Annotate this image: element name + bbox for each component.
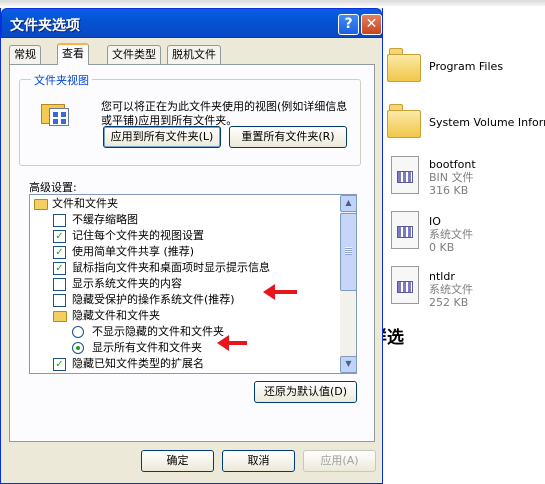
- folder-icon: [385, 100, 423, 142]
- tab-view[interactable]: 查看: [57, 43, 89, 65]
- advanced-settings-list[interactable]: 文件和文件夹 不缓存缩略图 ✓ 记住每个文件夹的视图设置 ✓ 使用简单文件共享 …: [29, 194, 357, 374]
- list-item-label: 显示所有文件和文件夹: [92, 341, 202, 354]
- file-type: 系统文件: [429, 283, 473, 296]
- folder-icon: [53, 311, 67, 322]
- checkbox[interactable]: [53, 278, 66, 291]
- list-item-label: 使用简单文件共享 (推荐): [72, 245, 195, 258]
- file-name: bootfont: [429, 158, 476, 171]
- system-file-icon: [385, 209, 423, 251]
- system-file-icon: [385, 154, 423, 196]
- folder-views-description: 您可以将正在为此文件夹使用的视图(例如详细信息或平铺)应用到所有文件夹。: [101, 100, 348, 127]
- list-item-label: 文件和文件夹: [52, 197, 118, 210]
- list-item-label: 隐藏已知文件类型的扩展名: [72, 357, 204, 370]
- list-item-label: 不缓存缩略图: [72, 213, 138, 226]
- system-file-icon: [385, 264, 423, 306]
- list-item-label: 鼠标指向文件夹和桌面项时显示提示信息: [72, 261, 270, 274]
- file-name: Program Files: [429, 60, 504, 73]
- list-item-label: 隐藏文件和文件夹: [72, 309, 160, 322]
- scroll-up-icon[interactable]: ▲: [340, 195, 356, 212]
- file-name: IO: [429, 215, 441, 228]
- checkbox-checked[interactable]: ✓: [53, 358, 66, 371]
- checkbox-checked[interactable]: ✓: [53, 262, 66, 275]
- checkbox[interactable]: [53, 214, 66, 227]
- radio-button-selected[interactable]: [72, 342, 84, 354]
- close-button[interactable]: ✕: [361, 14, 382, 35]
- file-name: System Volume Informat: [429, 116, 545, 129]
- help-icon: ?: [344, 16, 353, 32]
- reset-all-folders-button[interactable]: 重置所有文件夹(R): [229, 126, 347, 148]
- file-size: 316 KB: [429, 184, 469, 197]
- desktop-top-strip: [0, 0, 545, 6]
- cancel-button[interactable]: 取消: [222, 450, 295, 472]
- folder-icon: [34, 199, 48, 210]
- restore-defaults-button[interactable]: 还原为默认值(D): [254, 381, 357, 403]
- radio-button[interactable]: [72, 326, 84, 338]
- advanced-settings-label: 高级设置:: [29, 181, 77, 194]
- checkbox-checked[interactable]: ✓: [53, 230, 66, 243]
- tab-file-types[interactable]: 文件类型: [107, 45, 161, 65]
- list-item-label: 隐藏受保护的操作系统文件(推荐): [72, 293, 235, 306]
- dialog-title: 文件夹选项: [10, 18, 80, 34]
- list-item-label: 记住每个文件夹的视图设置: [72, 229, 204, 242]
- checkbox[interactable]: [53, 294, 66, 307]
- help-button[interactable]: ?: [338, 14, 359, 35]
- title-bar[interactable]: 文件夹选项 ? ✕: [1, 8, 382, 38]
- tab-general[interactable]: 常规: [9, 45, 41, 65]
- apply-to-all-folders-button[interactable]: 应用到所有文件夹(L): [103, 126, 221, 148]
- file-name: ntldr: [429, 270, 455, 283]
- folder-views-icon: [39, 98, 73, 128]
- vertical-scrollbar[interactable]: ▲ ▼: [340, 195, 356, 373]
- folder-icon: [385, 44, 423, 86]
- checkbox-checked[interactable]: ✓: [53, 246, 66, 259]
- scroll-thumb[interactable]: [340, 213, 356, 291]
- file-size: 252 KB: [429, 296, 469, 309]
- red-arrow-icon: [263, 284, 297, 300]
- file-type: BIN 文件: [429, 171, 474, 184]
- folder-options-dialog: 文件夹选项 ? ✕ 常规 查看 文件类型 脱机文件 文件夹视图 您可以将正在为此…: [0, 8, 383, 484]
- folder-views-title: 文件夹视图: [31, 72, 92, 88]
- apply-button[interactable]: 应用(A): [303, 450, 376, 472]
- tab-offline-files[interactable]: 脱机文件: [167, 45, 221, 65]
- list-item-label: 显示系统文件夹的内容: [72, 277, 182, 290]
- ok-button[interactable]: 确定: [141, 450, 214, 472]
- close-icon: ✕: [365, 16, 378, 32]
- red-arrow-icon: [217, 335, 247, 351]
- scroll-down-icon[interactable]: ▼: [340, 356, 356, 373]
- file-type: 系统文件: [429, 228, 473, 241]
- file-size: 0 KB: [429, 241, 455, 254]
- list-item-label: 不显示隐藏的文件和文件夹: [92, 325, 224, 338]
